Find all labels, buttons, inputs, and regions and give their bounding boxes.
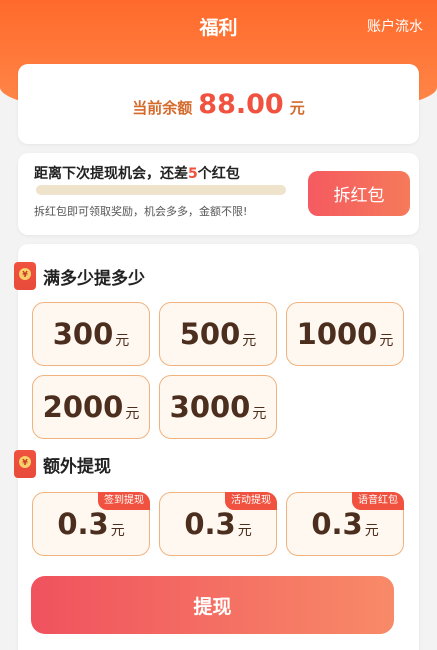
extra-option-voice[interactable]: 语音红包 0.3 元 xyxy=(286,492,404,556)
redpack-description: 拆红包即可领取奖励，机会多多，金额不限! xyxy=(34,205,248,218)
option-badge: 语音红包 xyxy=(352,492,404,510)
withdraw-option-300[interactable]: 300 元 xyxy=(32,302,150,366)
option-badge: 活动提现 xyxy=(225,492,277,510)
page-title: 福利 xyxy=(199,16,238,39)
open-redpack-button[interactable]: 拆红包 xyxy=(308,171,410,216)
redpack-card: 距离下次提现机会，还差5个红包 拆红包即可领取奖励，机会多多，金额不限! 拆红包 xyxy=(18,153,419,235)
redpack-progress-text: 距离下次提现机会，还差5个红包 xyxy=(34,166,240,182)
section-full-title: 满多少提多少 xyxy=(14,262,145,290)
balance-amount: 88.00 xyxy=(198,88,284,120)
withdraw-option-2000[interactable]: 2000 元 xyxy=(32,375,150,439)
withdraw-option-3000[interactable]: 3000 元 xyxy=(159,375,277,439)
redpack-progress-bar xyxy=(36,185,286,195)
withdraw-option-1000[interactable]: 1000 元 xyxy=(286,302,404,366)
extra-option-signin[interactable]: 签到提现 0.3 元 xyxy=(32,492,150,556)
red-envelope-icon xyxy=(14,262,36,290)
section-extra-title: 额外提现 xyxy=(14,450,111,478)
account-flow-link[interactable]: 账户流水 xyxy=(367,16,423,36)
balance-card: 当前余额 88.00 元 xyxy=(18,64,419,144)
balance-label: 当前余额 xyxy=(132,98,193,117)
withdraw-option-500[interactable]: 500 元 xyxy=(159,302,277,366)
top-bar: 福利 账户流水 xyxy=(0,0,437,52)
withdraw-button[interactable]: 提现 xyxy=(31,576,394,634)
redpack-remaining-count: 5 xyxy=(188,166,198,182)
option-badge: 签到提现 xyxy=(98,492,150,510)
red-envelope-icon xyxy=(14,450,36,478)
extra-option-activity[interactable]: 活动提现 0.3 元 xyxy=(159,492,277,556)
balance-unit: 元 xyxy=(289,98,305,117)
